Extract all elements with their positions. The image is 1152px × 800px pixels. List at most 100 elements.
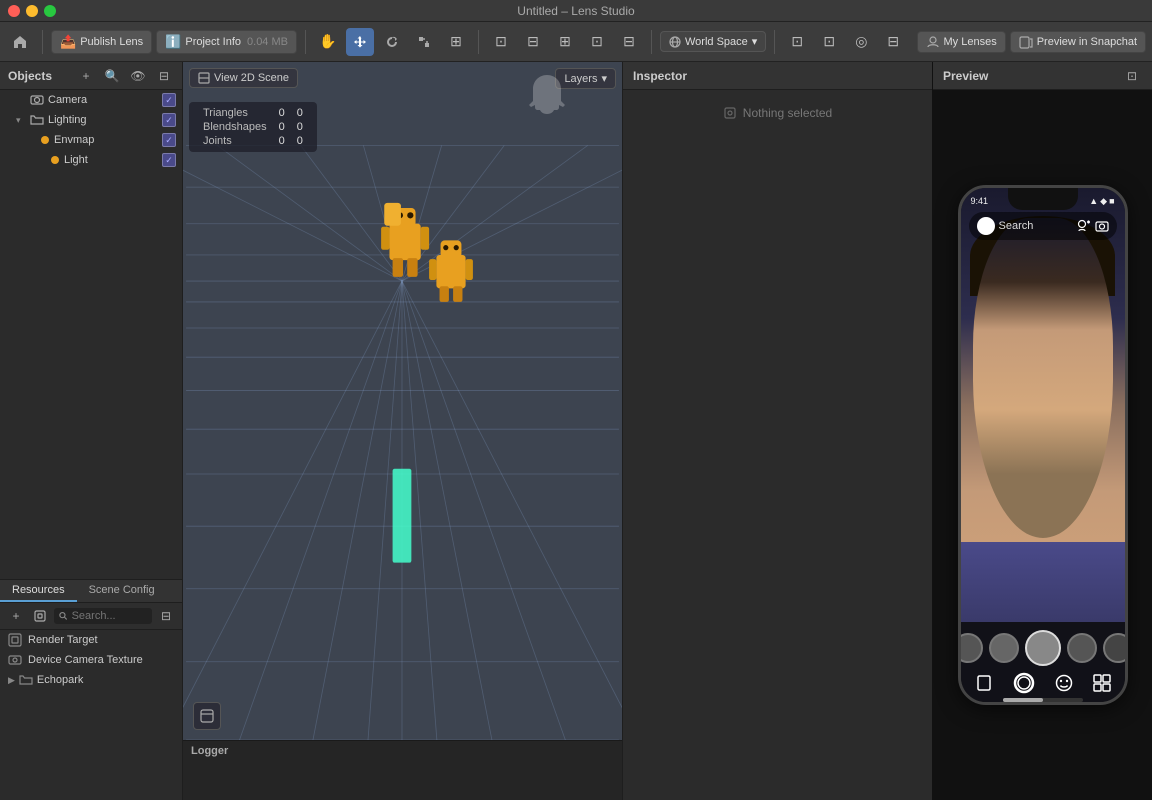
snap-button[interactable]: ⊡ xyxy=(487,28,515,56)
world-space-button[interactable]: World Space ▾ xyxy=(660,31,766,52)
echopark-folder[interactable]: ▶ Echopark xyxy=(0,670,182,690)
stats-overlay: Triangles 0 0 Blendshapes 0 0 Joints 0 0 xyxy=(189,102,317,152)
filter-circle-active[interactable] xyxy=(1025,630,1061,666)
phone-status-bar: 9:41 ▲◆■ xyxy=(971,192,1115,210)
add-resource-button[interactable]: + xyxy=(6,606,26,626)
light-visibility-checkbox[interactable]: ✓ xyxy=(162,153,176,167)
move-tool-button[interactable] xyxy=(346,28,374,56)
titlebar: Untitled – Lens Studio xyxy=(0,0,1152,22)
add-object-button[interactable]: + xyxy=(76,66,96,86)
camera-icon xyxy=(30,93,44,107)
preview-expand-button[interactable]: ⊡ xyxy=(1122,66,1142,86)
envmap-icon xyxy=(40,135,50,145)
maximize-button[interactable] xyxy=(44,5,56,17)
preview-in-snapchat-button[interactable]: Preview in Snapchat xyxy=(1010,31,1146,53)
envmap-visibility-checkbox[interactable]: ✓ xyxy=(162,133,176,147)
tree-item-light[interactable]: Light ✓ xyxy=(0,150,182,170)
echopark-label: Echopark xyxy=(37,674,83,686)
blendshapes-v2: 0 xyxy=(291,120,309,134)
phone-smiley-icon[interactable] xyxy=(1055,674,1073,692)
scene-icon xyxy=(200,709,214,723)
ghost-svg xyxy=(522,70,572,120)
toolbar-separator-1 xyxy=(42,30,43,54)
phone-grid-icon[interactable] xyxy=(1093,674,1111,692)
envmap-label: Envmap xyxy=(54,134,158,146)
viewport[interactable]: View 2D Scene Layers ▾ Triangles 0 0 Ble… xyxy=(183,62,622,740)
tool-d-button[interactable]: ⊟ xyxy=(879,28,907,56)
eye-objects-button[interactable]: 👁 xyxy=(128,66,148,86)
resources-tab[interactable]: Resources xyxy=(0,580,77,602)
import-resource-button[interactable] xyxy=(30,606,50,626)
tool-b-button[interactable]: ⊡ xyxy=(815,28,843,56)
filter-circle-5[interactable] xyxy=(1103,633,1125,663)
joints-v1: 0 xyxy=(273,134,291,148)
preview-header: Preview ⊡ xyxy=(933,62,1152,90)
preview-title: Preview xyxy=(943,69,988,83)
objects-header: Objects + 🔍 👁 ⊟ xyxy=(0,62,182,90)
resources-tabs: Resources Scene Config xyxy=(0,580,182,603)
phone-shutter-icon[interactable] xyxy=(1013,672,1035,694)
toolbar-separator-4 xyxy=(651,30,652,54)
filter-circle-4[interactable] xyxy=(1067,633,1097,663)
scene-config-tab[interactable]: Scene Config xyxy=(77,580,167,602)
select-tool-button[interactable]: ✋ xyxy=(314,28,342,56)
camera-button[interactable]: ⊡ xyxy=(583,28,611,56)
device-camera-texture-label: Device Camera Texture xyxy=(28,654,143,666)
tree-item-lighting[interactable]: ▾ Lighting ✓ xyxy=(0,110,182,130)
my-lenses-button[interactable]: My Lenses xyxy=(917,31,1006,53)
filter-resource-button[interactable]: ⊟ xyxy=(156,606,176,626)
resources-toolbar: + ⊟ xyxy=(0,603,182,630)
main-layout: Objects + 🔍 👁 ⊟ Camera ✓ ▾ Lighting ✓ xyxy=(0,62,1152,800)
triangles-v2: 0 xyxy=(291,106,309,120)
toolbar-separator-3 xyxy=(478,30,479,54)
camera-visibility-checkbox[interactable]: ✓ xyxy=(162,93,176,107)
world-space-chevron-icon: ▾ xyxy=(752,35,758,48)
search-objects-button[interactable]: 🔍 xyxy=(102,66,122,86)
device-camera-texture-item[interactable]: Device Camera Texture xyxy=(0,650,182,670)
face-simulation xyxy=(973,218,1113,538)
objects-title: Objects xyxy=(8,69,52,83)
grid-button[interactable]: ⊞ xyxy=(551,28,579,56)
resource-search-input[interactable] xyxy=(72,610,147,622)
viewport-toolbar: View 2D Scene xyxy=(189,68,298,88)
scale-tool-button[interactable] xyxy=(410,28,438,56)
tree-item-envmap[interactable]: Envmap ✓ xyxy=(0,130,182,150)
triangles-v1: 0 xyxy=(273,106,291,120)
publish-lens-button[interactable]: 📤 Publish Lens xyxy=(51,30,152,54)
filter-objects-button[interactable]: ⊟ xyxy=(154,66,174,86)
view-button[interactable]: ⊟ xyxy=(615,28,643,56)
project-info-button[interactable]: ℹ️ Project Info 0.04 MB xyxy=(156,30,297,54)
light-label: Light xyxy=(64,154,158,166)
light-icon xyxy=(50,155,60,165)
joints-label: Joints xyxy=(197,134,273,148)
viewport-scene-button[interactable] xyxy=(193,702,221,730)
tree-item-camera[interactable]: Camera ✓ xyxy=(0,90,182,110)
lighting-visibility-checkbox[interactable]: ✓ xyxy=(162,113,176,127)
lighting-arrow-icon: ▾ xyxy=(16,115,26,126)
filter-circle-3[interactable] xyxy=(989,633,1019,663)
phone-time: 9:41 xyxy=(971,196,989,206)
tool-c-button[interactable]: ◎ xyxy=(847,28,875,56)
phone-status-icons: ▲◆■ xyxy=(1089,196,1114,207)
align-button[interactable]: ⊟ xyxy=(519,28,547,56)
transform-tool-button[interactable]: ⊞ xyxy=(442,28,470,56)
window-title: Untitled – Lens Studio xyxy=(517,4,634,18)
view-2d-scene-button[interactable]: View 2D Scene xyxy=(189,68,298,88)
close-button[interactable] xyxy=(8,5,20,17)
home-button[interactable] xyxy=(6,28,34,56)
render-target-item[interactable]: Render Target xyxy=(0,630,182,650)
phone-camera-icon xyxy=(1095,219,1109,233)
rotate-tool-button[interactable] xyxy=(378,28,406,56)
grid-canvas xyxy=(183,62,622,740)
phone-mockup-container: 9:41 ▲◆■ xyxy=(933,90,1152,800)
triangles-label: Triangles xyxy=(197,106,273,120)
phone-bookmark-icon[interactable] xyxy=(975,674,993,692)
inspector-content: Nothing selected xyxy=(623,90,932,800)
resource-search-bar xyxy=(54,608,152,624)
phone-face-image xyxy=(961,188,1125,622)
phone-search-bar[interactable]: Search xyxy=(969,212,1117,240)
toolbar: 📤 Publish Lens ℹ️ Project Info 0.04 MB ✋… xyxy=(0,22,1152,62)
filter-circle-2[interactable] xyxy=(961,633,983,663)
minimize-button[interactable] xyxy=(26,5,38,17)
tool-a-button[interactable]: ⊡ xyxy=(783,28,811,56)
